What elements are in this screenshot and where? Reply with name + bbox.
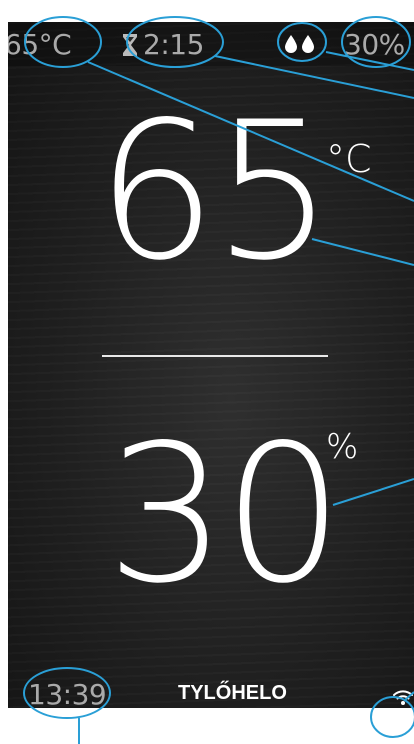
humidity-unit: % (326, 427, 359, 467)
wifi-icon[interactable] (392, 688, 414, 706)
status-humidity[interactable]: 30% (344, 28, 405, 62)
drop-icon (285, 35, 297, 53)
humidity-value[interactable]: 30 (106, 420, 344, 610)
figure: 65°C 2:15 30% 65 °C 30 % 13:39 TYLŐHELO (0, 0, 414, 744)
temperature-unit: °C (326, 137, 372, 181)
humidity-drops-icon[interactable] (284, 34, 315, 54)
brand-logo: TYLŐHELO (178, 682, 287, 704)
status-timer[interactable]: 2:15 (121, 28, 204, 62)
sauna-control-screen: 65°C 2:15 30% 65 °C 30 % 13:39 TYLŐHELO (8, 22, 414, 708)
clock: 13:39 (28, 678, 107, 708)
divider (102, 355, 328, 357)
hourglass-icon (123, 34, 137, 56)
drop-icon (302, 35, 314, 53)
timer-text: 2:15 (143, 28, 204, 61)
status-temperature[interactable]: 65°C (8, 28, 72, 62)
temperature-value[interactable]: 65 (96, 97, 334, 287)
